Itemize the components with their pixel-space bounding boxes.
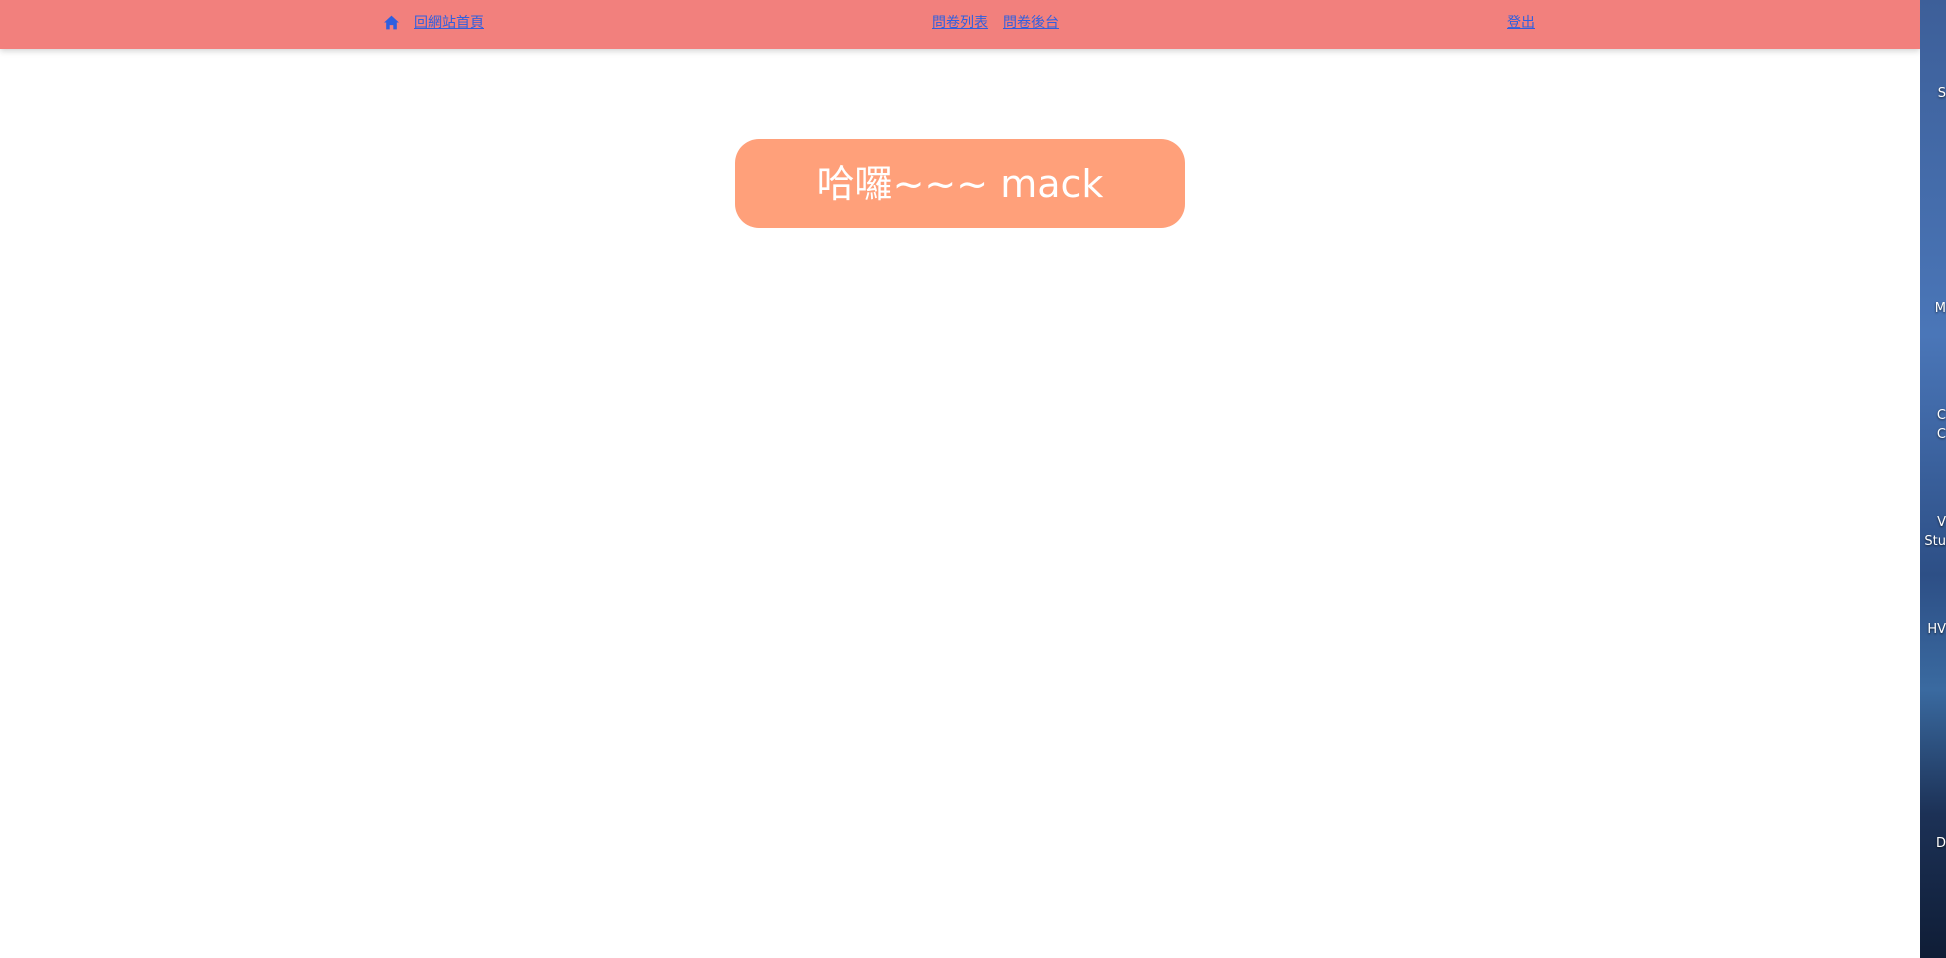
desktop-icon-label[interactable]: S (1920, 86, 1946, 102)
greeting-text: 哈囉~~~ mack (816, 161, 1104, 206)
desktop-icon-label[interactable]: HV (1920, 622, 1946, 638)
home-link[interactable]: 回網站首頁 (414, 14, 484, 32)
survey-list-link[interactable]: 問卷列表 (932, 14, 988, 32)
desktop-icon-label[interactable]: M (1920, 301, 1946, 317)
desktop-icon-label[interactable]: C (1920, 427, 1946, 443)
home-icon[interactable] (383, 14, 400, 31)
desktop-icon-label[interactable]: Stu (1920, 534, 1946, 550)
logout-link[interactable]: 登出 (1507, 14, 1535, 32)
desktop-background: S M C C V Stu HV D (1920, 0, 1946, 958)
survey-admin-link[interactable]: 問卷後台 (1003, 14, 1059, 32)
greeting-banner: 哈囉~~~ mack (735, 139, 1185, 228)
desktop-icon-label[interactable]: D (1920, 836, 1946, 852)
top-navbar: 回網站首頁 問卷列表 問卷後台 登出 (0, 0, 1920, 49)
desktop-icon-label[interactable]: C (1920, 408, 1946, 424)
browser-viewport: 回網站首頁 問卷列表 問卷後台 登出 哈囉~~~ mack (0, 0, 1920, 958)
desktop-icon-label[interactable]: V (1920, 515, 1946, 531)
